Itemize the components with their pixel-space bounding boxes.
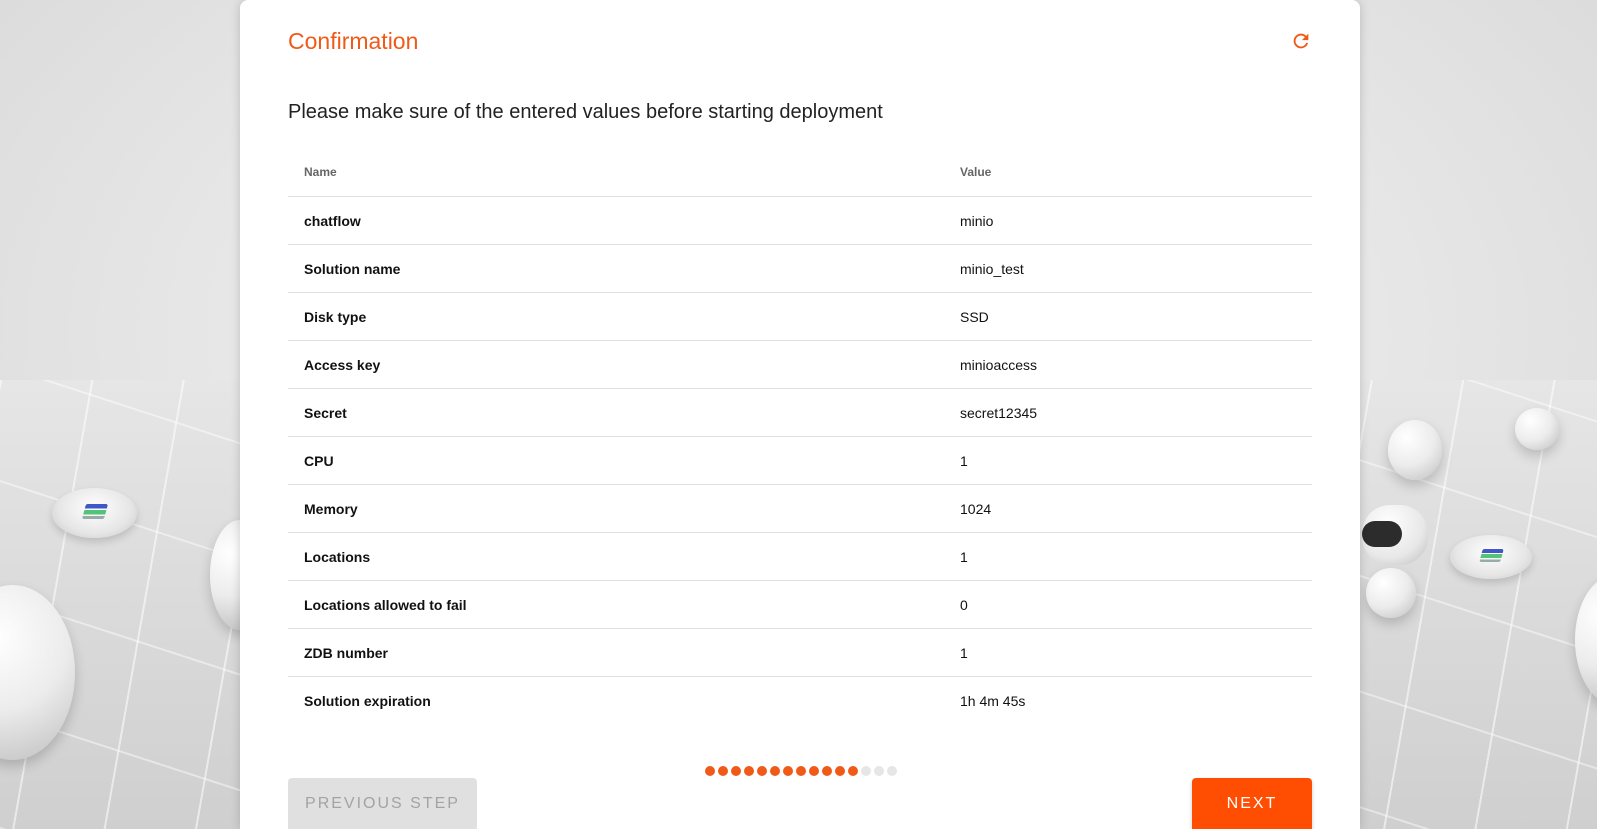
row-value-cell: 1h 4m 45s	[960, 692, 1026, 709]
step-dot-completed	[718, 766, 728, 776]
step-dot-completed	[783, 766, 793, 776]
background-robot	[1362, 505, 1428, 565]
column-header-name: Name	[288, 148, 944, 197]
step-dot-completed	[731, 766, 741, 776]
step-dot-completed	[809, 766, 819, 776]
step-dot-completed	[757, 766, 767, 776]
step-dot-completed	[835, 766, 845, 776]
table-row: Solution name minio_test	[288, 244, 1312, 293]
row-value-cell: 0	[944, 580, 1312, 629]
column-header-value: Value	[944, 148, 1312, 197]
step-dot-pending	[874, 766, 884, 776]
page-title: Confirmation	[288, 28, 419, 54]
step-dot-completed	[848, 766, 858, 776]
next-button[interactable]: NEXT	[1192, 778, 1312, 829]
table-row: Access key minioaccess	[288, 340, 1312, 389]
row-value-cell: secret12345	[944, 388, 1312, 437]
step-dot-pending	[861, 766, 871, 776]
background-dish	[52, 488, 137, 538]
row-value-cell: minio	[944, 196, 1312, 245]
table-row: ZDB number 1	[288, 628, 1312, 677]
table-row: CPU 1	[288, 436, 1312, 485]
step-progress-indicator	[705, 766, 897, 776]
row-value-cell: 1	[944, 532, 1312, 581]
step-dot-completed	[744, 766, 754, 776]
row-name-cell: CPU	[288, 436, 944, 485]
step-dot-completed	[770, 766, 780, 776]
confirmation-subtitle: Please make sure of the entered values b…	[288, 101, 883, 123]
table-row: chatflow minio	[288, 196, 1312, 245]
background-orb	[1388, 420, 1442, 480]
table-row: Solution expiration 1h 4m 45s	[288, 677, 1312, 725]
background-orb	[1515, 408, 1559, 450]
table-header-row: Name Value	[288, 148, 1312, 197]
row-name-cell: Disk type	[288, 292, 944, 341]
background-orb	[1366, 568, 1416, 618]
table-row: Disk type SSD	[288, 292, 1312, 341]
refresh-icon[interactable]	[1290, 30, 1312, 52]
step-dot-pending	[887, 766, 897, 776]
table-row: Locations 1	[288, 532, 1312, 581]
row-value-cell: 1024	[944, 484, 1312, 533]
background-dish	[1450, 535, 1532, 579]
table-row: Locations allowed to fail 0	[288, 580, 1312, 629]
row-name-cell: ZDB number	[288, 628, 944, 677]
row-name-cell: Access key	[288, 340, 944, 389]
step-dot-completed	[822, 766, 832, 776]
row-name-cell: Memory	[288, 484, 944, 533]
row-name-cell: Solution expiration	[304, 692, 431, 709]
step-dot-completed	[705, 766, 715, 776]
step-dot-completed	[796, 766, 806, 776]
table-row: Secret secret12345	[288, 388, 1312, 437]
review-table: Name Value chatflow minio Solution name …	[288, 148, 1312, 724]
row-name-cell: Locations allowed to fail	[288, 580, 944, 629]
row-name-cell: Solution name	[288, 244, 944, 293]
row-name-cell: Locations	[288, 532, 944, 581]
table-row: Memory 1024	[288, 484, 1312, 533]
row-value-cell: SSD	[944, 292, 1312, 341]
row-value-cell: minio_test	[944, 244, 1312, 293]
row-value-cell: 1	[944, 436, 1312, 485]
row-value-cell: minioaccess	[944, 340, 1312, 389]
row-value-cell: 1	[944, 628, 1312, 677]
row-name-cell: chatflow	[288, 196, 944, 245]
row-name-cell: Secret	[288, 388, 944, 437]
previous-step-button[interactable]: PREVIOUS STEP	[288, 778, 477, 829]
confirmation-card: Confirmation Please make sure of the ent…	[240, 0, 1360, 829]
